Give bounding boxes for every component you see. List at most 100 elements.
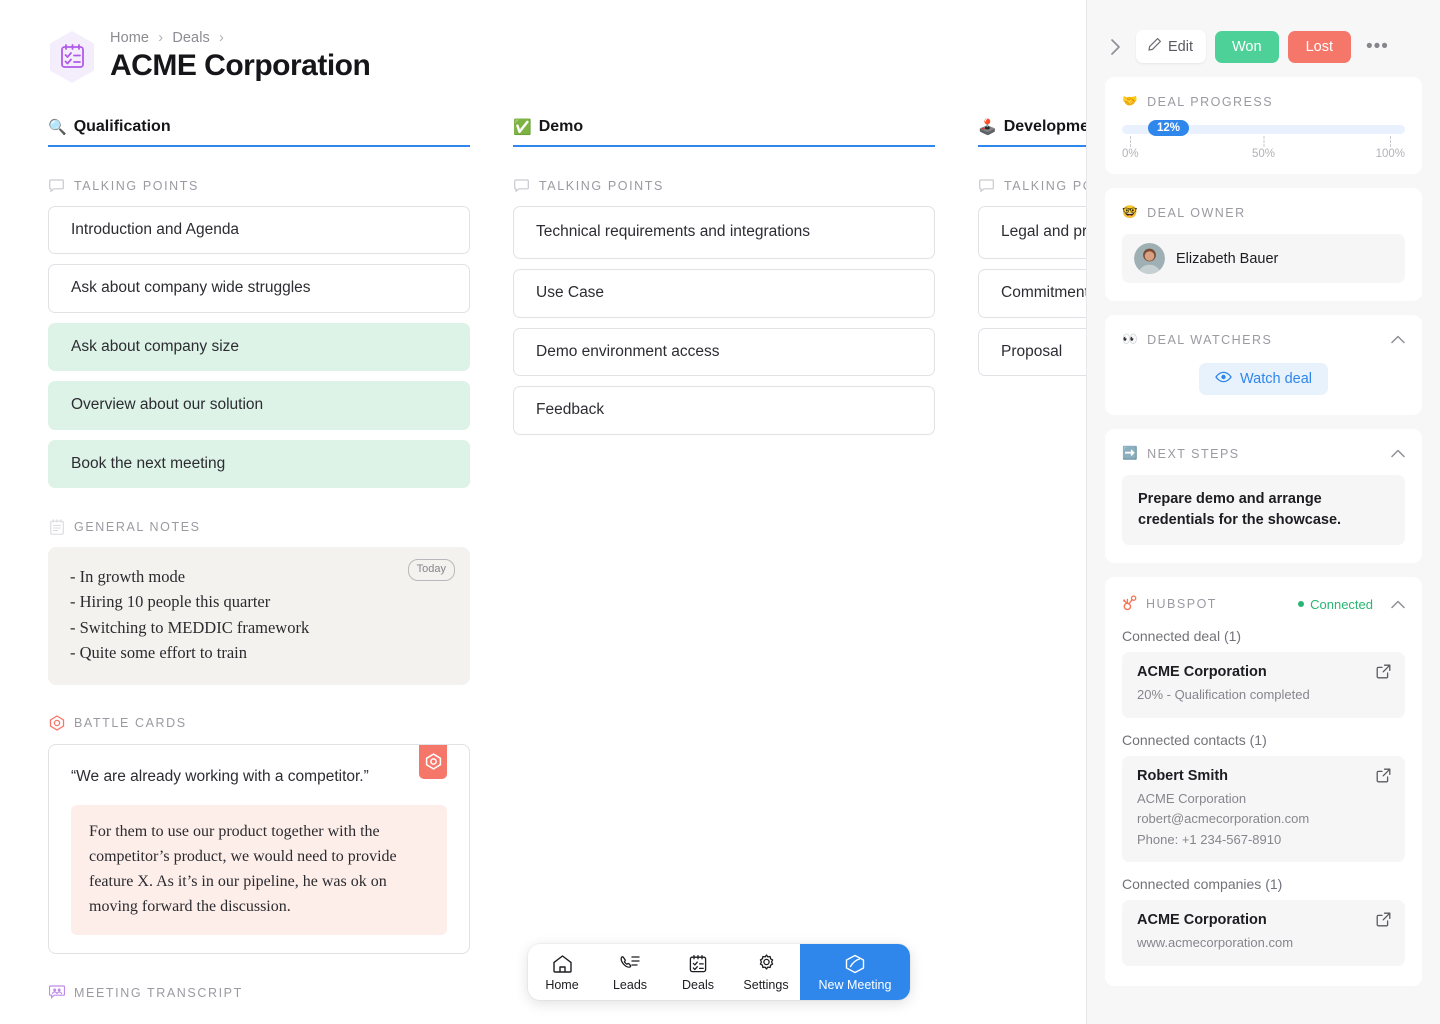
talking-point-item[interactable]: Technical requirements and integrations bbox=[513, 206, 935, 260]
open-external-icon[interactable] bbox=[1376, 768, 1391, 788]
breadcrumb-separator-1: › bbox=[158, 30, 164, 46]
phone-list-icon bbox=[619, 953, 641, 975]
collapse-watchers-button[interactable] bbox=[1391, 332, 1405, 347]
deal-owner-header: 🤓 DEAL OWNER bbox=[1122, 205, 1405, 220]
stage-column-demo: ✅ Demo TALKING POINTS Technical requirem… bbox=[513, 118, 935, 1013]
talking-point-item[interactable]: Demo environment access bbox=[513, 327, 935, 377]
next-steps-text[interactable]: Prepare demo and arrange credentials for… bbox=[1122, 475, 1405, 546]
clipboard-checklist-icon bbox=[688, 953, 708, 975]
collapse-next-steps-button[interactable] bbox=[1391, 446, 1405, 461]
talking-point-item[interactable]: Overview about our solution bbox=[48, 381, 470, 430]
section-label-meeting-transcript[interactable]: MEETING TRANSCRIPT bbox=[48, 984, 470, 1001]
talking-point-item[interactable]: Proposal bbox=[978, 327, 1086, 377]
talking-point-item[interactable]: Use Case bbox=[513, 269, 935, 318]
breadcrumb: Home › Deals › bbox=[110, 30, 370, 46]
collapse-hubspot-button[interactable] bbox=[1391, 597, 1405, 612]
hubspot-icon bbox=[1122, 594, 1138, 614]
breadcrumb-separator-2: › bbox=[219, 30, 224, 46]
hubspot-deal-item[interactable]: ACME Corporation 20% - Qualification com… bbox=[1122, 652, 1405, 718]
watch-deal-button[interactable]: Watch deal bbox=[1199, 363, 1328, 395]
stage-underline bbox=[48, 145, 470, 147]
deal-owner-row[interactable]: Elizabeth Bauer bbox=[1122, 234, 1405, 283]
stage-column-qualification: 🔍 Qualification TALKING POINTS Introduct… bbox=[48, 118, 470, 1013]
next-steps-header: ➡️ NEXT STEPS bbox=[1122, 446, 1405, 461]
talking-point-item[interactable]: Feedback bbox=[513, 386, 935, 435]
avatar bbox=[1134, 243, 1165, 274]
nav-item-leads[interactable]: Leads bbox=[596, 944, 664, 1000]
app-logo-icon bbox=[48, 30, 96, 84]
hubspot-contact-phone: Phone: +1 234-567-8910 bbox=[1137, 831, 1282, 847]
hubspot-company-website: www.acmecorporation.com bbox=[1137, 935, 1294, 951]
deal-owner-title: DEAL OWNER bbox=[1147, 205, 1246, 220]
transcript-people-icon bbox=[48, 984, 65, 1001]
chevron-up-icon bbox=[1391, 449, 1405, 458]
battle-card[interactable]: “We are already working with a competito… bbox=[48, 743, 470, 955]
talking-point-item[interactable]: Ask about company size bbox=[48, 322, 470, 372]
nav-item-home[interactable]: Home bbox=[528, 944, 596, 1000]
hubspot-status-label: Connected bbox=[1310, 596, 1373, 612]
hubspot-contact-email: robert@acmecorporation.com bbox=[1137, 811, 1310, 827]
talking-point-item[interactable]: Commitment bbox=[978, 269, 1086, 318]
talking-point-item[interactable]: Legal and procurement requirements bbox=[978, 206, 1086, 260]
speech-bubble-icon bbox=[513, 177, 530, 194]
breadcrumb-home[interactable]: Home bbox=[110, 30, 149, 46]
battle-card-badge-icon bbox=[419, 744, 447, 779]
breadcrumb-deals[interactable]: Deals bbox=[172, 30, 210, 46]
eye-icon bbox=[1215, 371, 1232, 387]
nav-item-label: Settings bbox=[743, 977, 789, 992]
more-options-button[interactable]: ••• bbox=[1362, 37, 1393, 56]
talking-point-item[interactable]: Ask about company wide struggles bbox=[48, 264, 470, 313]
section-label-talking-points: TALKING POINTS bbox=[48, 177, 470, 194]
stage-title-label: Qualification bbox=[73, 118, 171, 135]
stage-title-qualification: 🔍 Qualification bbox=[48, 118, 470, 145]
section-label-text: BATTLE CARDS bbox=[74, 716, 187, 731]
section-label-talking-points: TALKING POINTS bbox=[513, 177, 935, 194]
talking-point-item[interactable]: Introduction and Agenda bbox=[48, 206, 470, 255]
hubspot-company-item[interactable]: ACME Corporation www.acmecorporation.com bbox=[1122, 900, 1405, 966]
chevron-right-icon bbox=[1111, 38, 1120, 55]
progress-ticks: 0% 50% 100% bbox=[1122, 136, 1405, 160]
check-mark-icon: ✅ bbox=[513, 118, 532, 136]
edit-button-label: Edit bbox=[1168, 38, 1193, 55]
note-line: - Hiring 10 people this quarter bbox=[70, 592, 271, 612]
hubspot-title: HUBSPOT bbox=[1146, 597, 1217, 612]
hubspot-deal-sub: 20% - Qualification completed bbox=[1137, 687, 1310, 703]
progress-track: 12% bbox=[1122, 120, 1405, 136]
page-title: ACME Corporation bbox=[110, 49, 371, 82]
section-label-talking-points: TALKING POINTS bbox=[978, 177, 1086, 194]
handshake-icon: 🤝 bbox=[1122, 94, 1140, 108]
new-meeting-button[interactable]: New Meeting bbox=[800, 944, 910, 1000]
stage-underline bbox=[978, 145, 1086, 147]
collapse-panel-button[interactable] bbox=[1105, 34, 1127, 60]
next-steps-card: ➡️ NEXT STEPS Prepare demo and arrange c… bbox=[1105, 429, 1422, 564]
hubspot-deal-name: ACME Corporation bbox=[1137, 664, 1267, 681]
talking-point-item[interactable]: Book the next meeting bbox=[48, 439, 470, 489]
won-button[interactable]: Won bbox=[1215, 30, 1279, 63]
open-external-icon[interactable] bbox=[1376, 912, 1391, 932]
note-line: - Switching to MEDDIC framework bbox=[70, 617, 310, 637]
nav-item-deals[interactable]: Deals bbox=[664, 944, 732, 1000]
lost-button[interactable]: Lost bbox=[1287, 30, 1351, 63]
watch-deal-label: Watch deal bbox=[1240, 371, 1312, 387]
progress-value-pill: 12% bbox=[1147, 120, 1189, 136]
eyes-icon: 👀 bbox=[1122, 332, 1140, 346]
header-text: Home › Deals › ACME Corporation bbox=[110, 26, 371, 83]
hubspot-header: HUBSPOT Connected bbox=[1122, 594, 1405, 614]
general-notes-box[interactable]: Today - In growth mode - Hiring 10 peopl… bbox=[48, 547, 470, 685]
hubspot-company-name: ACME Corporation bbox=[1137, 912, 1267, 929]
progress-tick-label: 100% bbox=[1375, 148, 1405, 160]
edit-button[interactable]: Edit bbox=[1136, 30, 1206, 63]
section-label-text: TALKING POINTS bbox=[539, 178, 664, 193]
notes-date-chip: Today bbox=[407, 559, 455, 582]
deal-progress-card: 🤝 DEAL PROGRESS 12% 0% 50% 100% bbox=[1105, 77, 1422, 174]
section-label-text: TALKING POINTS bbox=[1004, 178, 1086, 193]
nav-item-settings[interactable]: Settings bbox=[732, 944, 800, 1000]
deal-watchers-header: 👀 DEAL WATCHERS bbox=[1122, 332, 1405, 347]
stage-columns: 🔍 Qualification TALKING POINTS Introduct… bbox=[0, 118, 1086, 1013]
note-line: - Quite some effort to train bbox=[70, 642, 248, 662]
deal-side-panel: Edit Won Lost ••• 🤝 DEAL PROGRESS 12% 0%… bbox=[1086, 0, 1440, 1024]
open-external-icon[interactable] bbox=[1376, 664, 1391, 684]
hubspot-contact-item[interactable]: Robert Smith ACME Corporation robert@acm… bbox=[1122, 755, 1405, 863]
speech-bubble-icon bbox=[978, 177, 995, 194]
deal-progress-title: DEAL PROGRESS bbox=[1147, 94, 1274, 109]
